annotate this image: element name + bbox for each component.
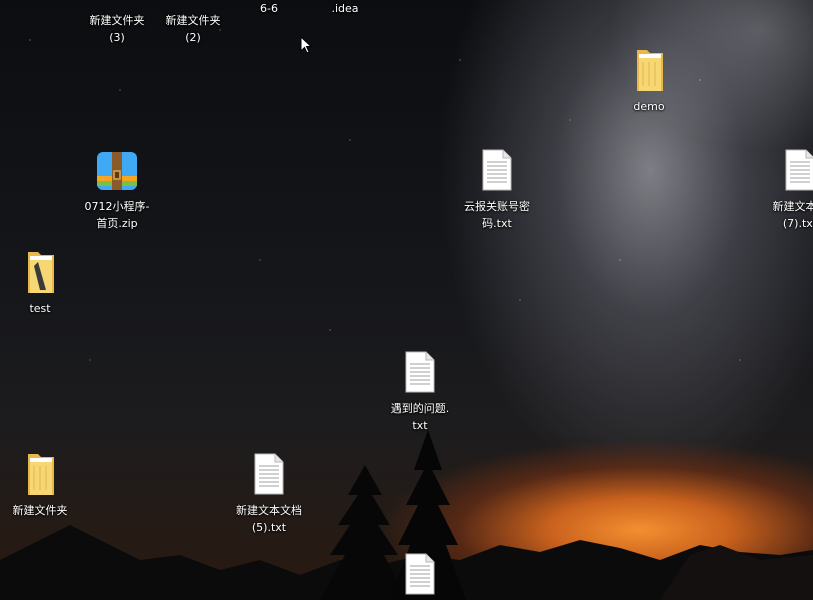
desktop-icon-zip-0712[interactable]: 0712小程序- 首页.zip	[75, 146, 159, 232]
icon-label: 0712小程序- 首页.zip	[84, 200, 150, 230]
icon-label: .idea	[331, 2, 359, 15]
icon-label: 新建文件夹 (3)	[89, 14, 145, 44]
desktop-icon-txt-partial[interactable]	[378, 550, 462, 600]
text-file-icon	[405, 351, 435, 393]
desktop-icon-folder-new-3[interactable]: 新建文件夹 (3)	[75, 0, 159, 46]
text-file-icon	[785, 149, 813, 191]
icon-label: 新建文件夹 (2)	[165, 14, 221, 44]
icon-label: 新建文本文档 (5).txt	[236, 504, 302, 534]
icon-label: demo	[633, 100, 665, 113]
text-file-icon	[254, 453, 284, 495]
desktop-icon-txt-new-5[interactable]: 新建文本文档 (5).txt	[227, 450, 311, 536]
icon-label: test	[29, 302, 51, 315]
desktop-icon-folder-test[interactable]: test	[0, 248, 82, 317]
desktop-icon-folder-6-6[interactable]: 6-6	[227, 0, 311, 17]
icon-label: 遇到的问题. txt	[390, 402, 450, 432]
folder-icon	[637, 50, 663, 91]
desktop-icon-txt-problems[interactable]: 遇到的问题. txt	[378, 348, 462, 434]
folder-icon	[93, 0, 141, 8]
folder-icon	[169, 0, 217, 8]
zip-archive-icon	[97, 152, 137, 190]
folder-icon	[28, 454, 54, 495]
desktop-icon-folder-new-2[interactable]: 新建文件夹 (2)	[151, 0, 235, 46]
icon-label: 新建文件夹	[12, 504, 68, 517]
icon-label: 新建文本文 (7).txt	[772, 200, 813, 230]
text-file-icon	[405, 553, 435, 595]
icon-label: 6-6	[260, 2, 278, 15]
wallpaper-stars	[0, 0, 813, 600]
desktop-icon-folder-idea[interactable]: .idea	[303, 0, 387, 17]
text-file-icon	[482, 149, 512, 191]
desktop-icon-folder-demo[interactable]: demo	[607, 46, 691, 115]
icon-label: 云报关账号密 码.txt	[464, 200, 530, 230]
mouse-cursor-icon	[300, 36, 312, 54]
desktop-icon-txt-new-7[interactable]: 新建文本文 (7).txt	[758, 146, 813, 232]
desktop-icon-txt-yunbao[interactable]: 云报关账号密 码.txt	[455, 146, 539, 232]
folder-icon	[28, 252, 54, 293]
desktop-icon-folder-new[interactable]: 新建文件夹	[0, 450, 82, 519]
